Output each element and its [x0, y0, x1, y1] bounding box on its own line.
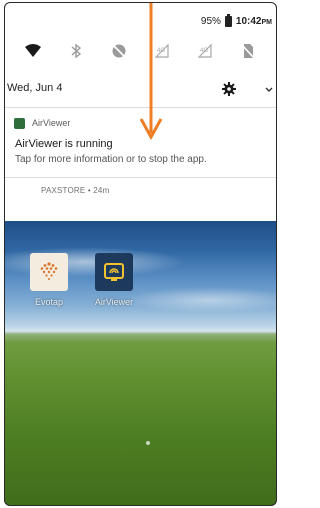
notification-app-name: AirViewer: [32, 118, 71, 128]
wifi-icon[interactable]: [23, 41, 43, 61]
arrow-down-icon: [139, 3, 163, 141]
battery-icon: [224, 13, 232, 27]
battery-percent: 95%: [200, 15, 221, 27]
cloud: [125, 287, 276, 313]
date-text: Wed, Jun 4: [7, 82, 63, 94]
home-wallpaper: Evotap AirViewer: [5, 221, 276, 505]
airviewer-small-icon: [14, 118, 25, 129]
chevron-down-icon[interactable]: [263, 82, 275, 94]
app-evotap[interactable]: Evotap: [29, 253, 69, 307]
app-label: AirViewer: [94, 297, 134, 307]
do-not-disturb-off-icon[interactable]: [109, 41, 129, 61]
status-bar: 95% 10:42PM: [201, 13, 272, 29]
divider: [5, 177, 276, 178]
page-indicator: [146, 441, 150, 445]
bluetooth-off-icon[interactable]: [66, 41, 86, 61]
signal-off-icon[interactable]: 4G: [195, 41, 215, 61]
app-airviewer[interactable]: AirViewer: [94, 253, 134, 307]
evotap-icon: [30, 253, 68, 291]
notification-body: Tap for more information or to stop the …: [15, 154, 207, 165]
gear-icon[interactable]: [220, 80, 238, 98]
device-frame: Evotap AirViewer 95% 10:42PM 4G 4G Wed, …: [4, 2, 277, 506]
app-label: Evotap: [34, 297, 64, 307]
airviewer-icon: [95, 253, 133, 291]
no-sim-icon[interactable]: [238, 41, 258, 61]
svg-text:4G: 4G: [200, 48, 208, 54]
notification-title: AirViewer is running: [15, 138, 113, 150]
clock: 10:42PM: [235, 15, 272, 27]
paxstore-notification[interactable]: PAXSTORE • 24m: [41, 186, 109, 195]
